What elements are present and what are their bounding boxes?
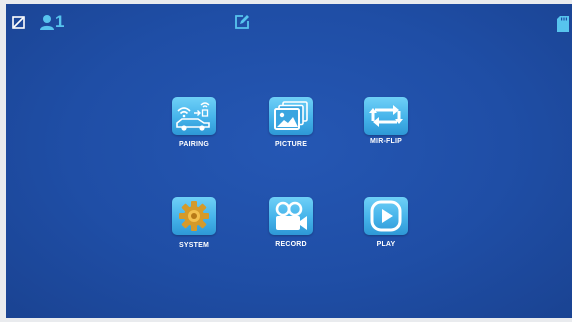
play-tile[interactable] xyxy=(364,197,408,235)
record-tile[interactable] xyxy=(269,197,313,235)
menu-item-system[interactable]: SYSTEM xyxy=(149,197,239,267)
record-label: RECORD xyxy=(275,241,307,248)
picture-tile[interactable] xyxy=(269,97,313,135)
pairing-tile[interactable] xyxy=(172,97,216,135)
gear-icon xyxy=(177,199,211,233)
menu-item-pairing[interactable]: PAIRING xyxy=(149,97,239,167)
sd-card-slash-icon xyxy=(12,16,25,29)
edit-icon[interactable] xyxy=(234,14,250,30)
system-tile[interactable] xyxy=(172,197,216,235)
user-count: 1 xyxy=(55,12,65,31)
menu-item-mir-flip[interactable]: MIR-FLIP xyxy=(341,97,431,167)
memory-card-icon xyxy=(557,16,569,32)
flip-arrows-icon xyxy=(366,99,406,133)
menu-item-picture[interactable]: PICTURE xyxy=(246,97,336,167)
video-camera-icon xyxy=(271,199,311,233)
menu-item-play[interactable]: PLAY xyxy=(341,197,431,267)
photo-gallery-icon xyxy=(271,99,311,133)
status-bar: 1 xyxy=(6,4,572,38)
screen: 1 PAIRING PICTURE MIR-FLIP SYSTEM RECORD… xyxy=(6,4,572,318)
mir-flip-label: MIR-FLIP xyxy=(370,138,402,145)
pairing-label: PAIRING xyxy=(178,141,210,148)
picture-label: PICTURE xyxy=(274,141,308,148)
mir-flip-tile[interactable] xyxy=(364,97,408,135)
play-label: PLAY xyxy=(376,241,396,248)
user-icon xyxy=(39,14,55,30)
system-label: SYSTEM xyxy=(179,242,209,249)
play-icon xyxy=(366,199,406,233)
menu-item-record[interactable]: RECORD xyxy=(246,197,336,267)
wireless-car-icon xyxy=(174,99,214,133)
